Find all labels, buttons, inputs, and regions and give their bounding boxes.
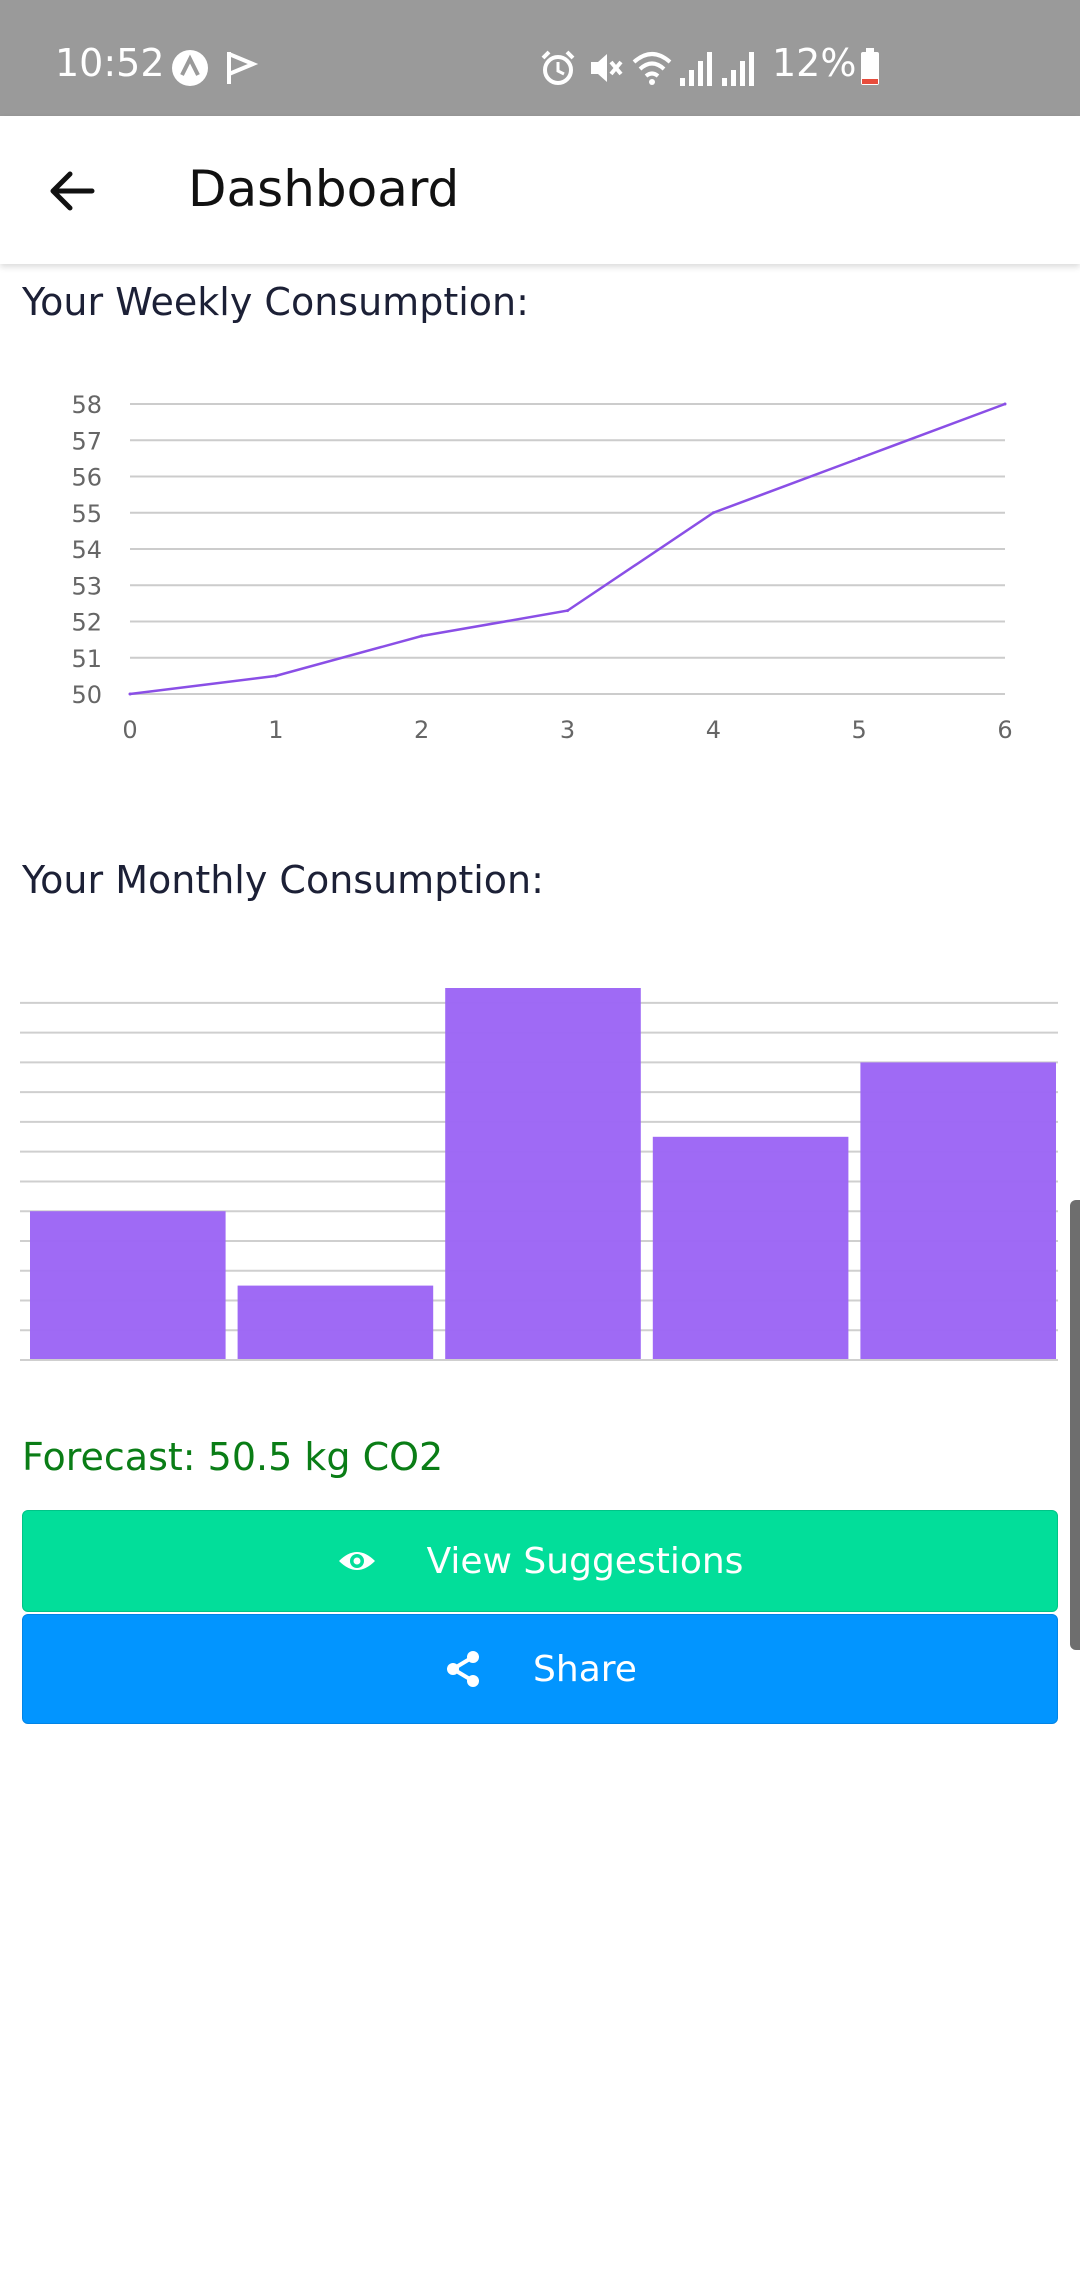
eye-icon [338, 1552, 375, 1570]
alarm-icon [541, 50, 575, 85]
data-point [128, 692, 132, 696]
data-point [711, 511, 715, 515]
y-tick-label: 53 [71, 572, 102, 600]
view-suggestions-label: View Suggestions [426, 1540, 744, 1582]
data-point [274, 674, 278, 678]
app-bar: Dashboard [0, 116, 1080, 264]
app-flag-icon [227, 52, 259, 84]
y-tick-label: 52 [71, 609, 102, 637]
mute-icon [591, 54, 623, 82]
battery-percent: 12% [772, 41, 857, 85]
data-point [566, 609, 569, 613]
page-title: Dashboard [188, 160, 460, 218]
share-button[interactable]: Share [22, 1614, 1058, 1724]
y-tick-label: 51 [71, 645, 102, 673]
y-tick-label: 57 [71, 427, 102, 455]
wifi-icon [632, 52, 672, 85]
arrow-left-icon[interactable] [40, 158, 106, 224]
y-tick-label: 58 [71, 391, 102, 419]
share-label: Share [533, 1648, 637, 1690]
bar [237, 1285, 434, 1360]
bar [30, 1211, 226, 1360]
x-tick-label: 1 [268, 716, 283, 744]
data-point [857, 456, 861, 460]
weekly-consumption-title: Your Weekly Consumption: [22, 280, 529, 324]
x-tick-label: 2 [414, 716, 429, 744]
signal-icon [722, 52, 754, 86]
forecast-text: Forecast: 50.5 kg CO2 [22, 1435, 444, 1479]
data-point [420, 634, 424, 638]
y-tick-label: 56 [71, 464, 102, 492]
bar [445, 988, 641, 1360]
x-tick-label: 5 [852, 716, 867, 744]
bar [860, 1062, 1056, 1360]
x-tick-label: 6 [997, 716, 1012, 744]
y-tick-label: 54 [71, 536, 102, 564]
monthly-consumption-title: Your Monthly Consumption: [22, 858, 544, 902]
bar [652, 1136, 849, 1360]
weekly-line-chart: 5051525354555657580 1 2 3 4 5 6 [71, 391, 1012, 744]
y-tick-label: 55 [71, 500, 102, 528]
status-bar: 10:52 12% [0, 0, 1080, 116]
y-tick-label: 50 [71, 681, 102, 709]
view-suggestions-button[interactable]: View Suggestions [22, 1510, 1058, 1612]
signal-icon [680, 52, 712, 86]
share-icon [447, 1651, 480, 1687]
status-time: 10:52 [55, 41, 165, 85]
monthly-bar-chart [20, 988, 1058, 1361]
data-point [1003, 402, 1007, 406]
x-tick-label: 0 [122, 716, 137, 744]
app-a-icon [172, 50, 208, 86]
scrollbar[interactable] [1070, 1200, 1080, 1650]
battery-icon [861, 48, 879, 85]
x-tick-label: 4 [706, 716, 721, 744]
x-tick-label: 3 [560, 716, 575, 744]
